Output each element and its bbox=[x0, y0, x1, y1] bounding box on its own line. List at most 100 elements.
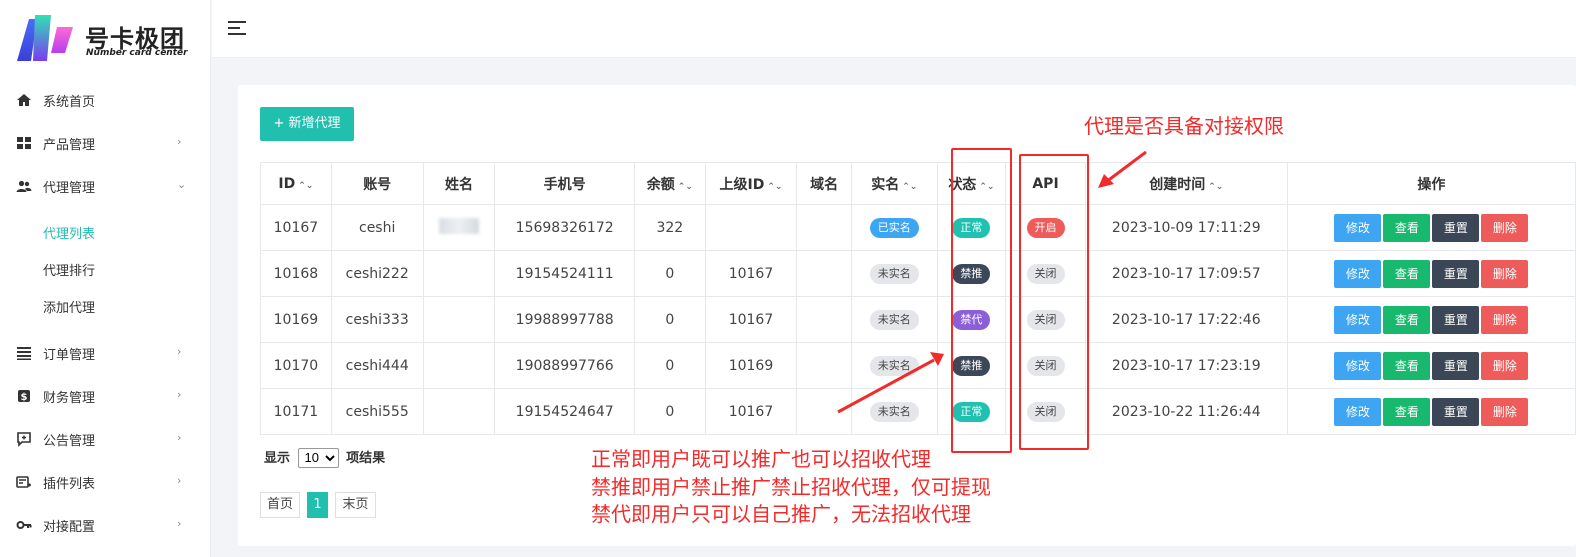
reset-button[interactable]: 重置 bbox=[1432, 351, 1480, 380]
add-agent-button[interactable]: + 新增代理 bbox=[260, 107, 354, 141]
cell-status: 正常 bbox=[936, 388, 1007, 435]
api-badge[interactable]: 关闭 bbox=[1026, 401, 1065, 422]
realname-badge: 未实名 bbox=[869, 355, 919, 376]
menu-toggle-icon[interactable] bbox=[228, 20, 246, 36]
table-row: 10171 ceshi555 19154524647 0 10167 未实名 正… bbox=[260, 388, 1576, 435]
sidebar-item-products[interactable]: 产品管理 › bbox=[0, 123, 211, 163]
table-row: 10169 ceshi333 19988997788 0 10167 未实名 禁… bbox=[260, 296, 1576, 343]
logo-mark-icon bbox=[17, 15, 73, 61]
cell-phone: 19154524647 bbox=[494, 388, 635, 435]
delete-button[interactable]: 删除 bbox=[1481, 305, 1529, 334]
grid-icon bbox=[17, 137, 31, 149]
delete-button[interactable]: 删除 bbox=[1481, 259, 1529, 288]
sidebar-item-label: 公告管理 bbox=[43, 434, 96, 449]
cell-realname: 未实名 bbox=[850, 296, 938, 343]
cell-account: ceshi444 bbox=[330, 342, 424, 389]
edit-button[interactable]: 修改 bbox=[1334, 397, 1382, 426]
cell-name bbox=[422, 204, 496, 251]
delete-button[interactable]: 删除 bbox=[1481, 351, 1529, 380]
realname-badge: 已实名 bbox=[869, 217, 919, 238]
col-header-phone: 手机号 bbox=[494, 162, 635, 205]
view-button[interactable]: 查看 bbox=[1383, 213, 1431, 242]
svg-text:$: $ bbox=[21, 392, 28, 403]
view-button[interactable]: 查看 bbox=[1383, 259, 1431, 288]
col-header-created[interactable]: 创建时间 ⌃⌄ bbox=[1084, 162, 1288, 205]
sidebar-subitem-agent-ranking[interactable]: 代理排行 bbox=[43, 260, 95, 279]
view-button[interactable]: 查看 bbox=[1383, 351, 1431, 380]
cell-actions: 修改 查看 重置 删除 bbox=[1286, 388, 1576, 435]
edit-button[interactable]: 修改 bbox=[1334, 305, 1382, 334]
edit-button[interactable]: 修改 bbox=[1334, 213, 1382, 242]
api-badge[interactable]: 关闭 bbox=[1026, 355, 1065, 376]
cell-account: ceshi bbox=[330, 204, 424, 251]
cell-parent-id: 10167 bbox=[704, 388, 798, 435]
agent-table: ID ⌃⌄ 账号 姓名 手机号 余额 ⌃⌄ 上级ID ⌃⌄ 域名 实名 ⌃⌄ 状态 ⌃⌄ … bbox=[260, 162, 1576, 435]
sidebar-item-integration[interactable]: 对接配置 › bbox=[0, 505, 211, 545]
cell-actions: 修改 查看 重置 删除 bbox=[1286, 250, 1576, 297]
sidebar-subitem-agent-list[interactable]: 代理列表 bbox=[43, 223, 95, 242]
col-header-realname[interactable]: 实名 ⌃⌄ bbox=[850, 162, 938, 205]
reset-button[interactable]: 重置 bbox=[1432, 213, 1480, 242]
page-size-select[interactable]: 10 bbox=[297, 447, 339, 468]
col-header-balance[interactable]: 余额 ⌃⌄ bbox=[634, 162, 706, 205]
announcement-icon bbox=[17, 432, 31, 447]
view-button[interactable]: 查看 bbox=[1383, 397, 1431, 426]
cell-status: 禁推 bbox=[936, 342, 1007, 389]
col-header-parent-id[interactable]: 上级ID ⌃⌄ bbox=[704, 162, 798, 205]
cell-balance: 0 bbox=[634, 250, 706, 297]
cell-domain bbox=[796, 204, 852, 251]
api-badge[interactable]: 关闭 bbox=[1026, 263, 1065, 284]
status-badge[interactable]: 正常 bbox=[952, 401, 991, 422]
page-1-button[interactable]: 1 bbox=[307, 492, 328, 518]
sidebar-item-finance[interactable]: $ 财务管理 › bbox=[0, 376, 211, 416]
status-annotation-no-promote: 禁推即用户禁止推广禁止招收代理，仅可提现 bbox=[591, 475, 991, 499]
col-header-status[interactable]: 状态 ⌃⌄ bbox=[936, 162, 1007, 205]
col-header-api: API bbox=[1005, 162, 1086, 205]
delete-button[interactable]: 删除 bbox=[1481, 397, 1529, 426]
reset-button[interactable]: 重置 bbox=[1432, 305, 1480, 334]
sidebar-subitem-add-agent[interactable]: 添加代理 bbox=[43, 297, 95, 316]
reset-button[interactable]: 重置 bbox=[1432, 397, 1480, 426]
sidebar-item-agents[interactable]: 代理管理 ⌄ bbox=[0, 166, 211, 206]
cell-status: 正常 bbox=[936, 204, 1007, 251]
table-row: 10168 ceshi222 19154524111 0 10167 未实名 禁… bbox=[260, 250, 1576, 297]
col-header-domain: 域名 bbox=[796, 162, 852, 205]
top-bar bbox=[212, 0, 1576, 58]
brand-logo[interactable]: 号卡极团 Number card center bbox=[15, 13, 205, 65]
chevron-right-icon: › bbox=[177, 135, 182, 148]
realname-badge: 未实名 bbox=[869, 401, 919, 422]
table-row: 10167 ceshi 15698326172 322 已实名 正常 开启 20… bbox=[260, 204, 1576, 251]
cell-name bbox=[422, 296, 496, 343]
cell-created: 2023-10-17 17:23:19 bbox=[1084, 342, 1288, 389]
cell-balance: 0 bbox=[634, 388, 706, 435]
status-badge[interactable]: 禁代 bbox=[952, 309, 991, 330]
cell-api: 开启 bbox=[1005, 204, 1086, 251]
api-badge[interactable]: 开启 bbox=[1026, 217, 1065, 238]
first-page-button[interactable]: 首页 bbox=[260, 492, 300, 518]
view-button[interactable]: 查看 bbox=[1383, 305, 1431, 334]
cell-id: 10167 bbox=[260, 204, 332, 251]
sidebar-item-home[interactable]: 系统首页 bbox=[0, 80, 211, 120]
cell-created: 2023-10-22 11:26:44 bbox=[1084, 388, 1288, 435]
status-badge[interactable]: 禁推 bbox=[952, 355, 991, 376]
edit-button[interactable]: 修改 bbox=[1334, 351, 1382, 380]
col-header-id[interactable]: ID ⌃⌄ bbox=[260, 162, 332, 205]
last-page-button[interactable]: 末页 bbox=[335, 492, 376, 518]
sidebar-item-announcements[interactable]: 公告管理 › bbox=[0, 419, 211, 459]
users-icon bbox=[16, 180, 32, 192]
reset-button[interactable]: 重置 bbox=[1432, 259, 1480, 288]
delete-button[interactable]: 删除 bbox=[1481, 213, 1529, 242]
sidebar-item-plugins[interactable]: 插件列表 › bbox=[0, 462, 211, 502]
page-size-suffix: 项结果 bbox=[346, 451, 386, 466]
sidebar-item-orders[interactable]: 订单管理 › bbox=[0, 333, 211, 373]
brand-subtitle: Number card center bbox=[86, 48, 188, 58]
status-badge[interactable]: 禁推 bbox=[952, 263, 991, 284]
status-badge[interactable]: 正常 bbox=[952, 217, 991, 238]
edit-button[interactable]: 修改 bbox=[1334, 259, 1382, 288]
cell-phone: 15698326172 bbox=[494, 204, 635, 251]
api-badge[interactable]: 关闭 bbox=[1026, 309, 1065, 330]
sidebar-item-label: 订单管理 bbox=[43, 348, 96, 363]
list-icon bbox=[17, 347, 31, 360]
status-annotation-no-agent: 禁代即用户只可以自己推广，无法招收代理 bbox=[591, 502, 971, 526]
cell-status: 禁推 bbox=[936, 250, 1007, 297]
